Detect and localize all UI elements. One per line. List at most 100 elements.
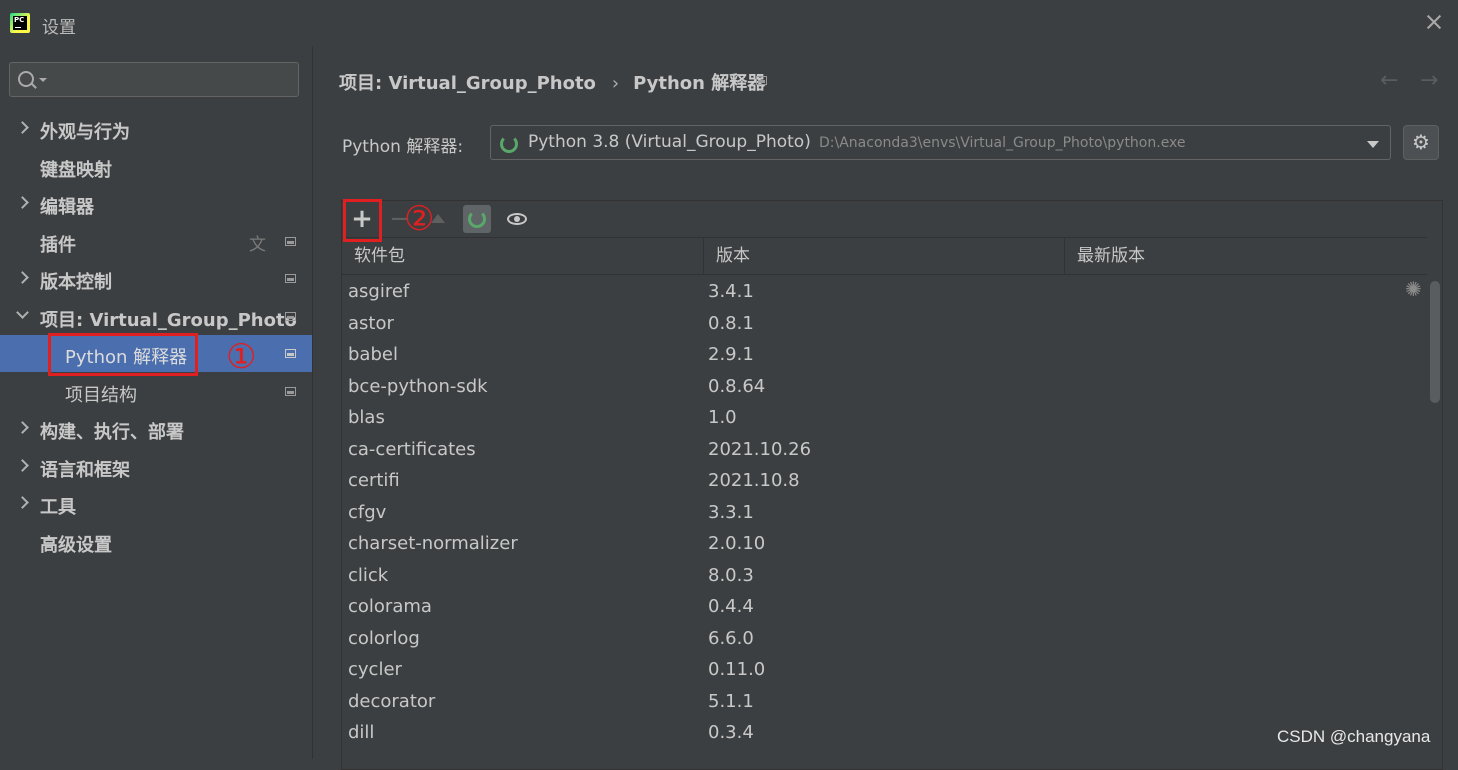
package-name: colorama [348, 596, 432, 617]
reload-packages-button[interactable] [463, 205, 491, 233]
table-row[interactable]: certifi 2021.10.8 [342, 464, 1427, 495]
packages-scrollbar[interactable] [1428, 275, 1442, 769]
settings-search[interactable] [9, 62, 299, 98]
sidebar-item-label: 高级设置 [40, 535, 112, 556]
packages-toolbar: + − [342, 201, 1442, 237]
dropdown-arrow-icon [1367, 141, 1379, 148]
sidebar-item-label: 插件 [40, 235, 76, 256]
interpreter-path: D:\Anaconda3\envs\Virtual_Group_Photo\py… [819, 135, 1186, 151]
table-row[interactable]: charset-normalizer 2.0.10 [342, 527, 1427, 558]
package-name: decorator [348, 690, 436, 712]
search-icon [18, 71, 34, 87]
table-row[interactable]: decorator 5.1.1 [342, 685, 1427, 716]
sidebar-item-version-control[interactable]: 版本控制 [0, 260, 312, 297]
packages-panel: + − 软件包 版本 最新版本 asgiref 3.4.1 astor 0.8.1 ba… [341, 200, 1443, 770]
table-row[interactable]: asgiref 3.4.1 [342, 275, 1427, 306]
package-version: 0.8.64 [708, 375, 766, 397]
sidebar-item-project[interactable]: 项目: Virtual_Group_Photo [0, 298, 312, 335]
column-header-version[interactable]: 版本 [704, 238, 1065, 274]
table-row[interactable]: click 8.0.3 [342, 559, 1427, 590]
table-row[interactable]: ca-certificates 2021.10.26 [342, 433, 1427, 464]
package-name: charset-normalizer [348, 533, 518, 554]
back-arrow-icon[interactable]: ← [1380, 68, 1398, 93]
chevron-right-icon [16, 196, 29, 209]
package-name: cycler [348, 659, 402, 680]
sidebar-item-label: 外观与行为 [40, 122, 130, 143]
search-input[interactable] [50, 63, 294, 98]
table-row[interactable]: astor 0.8.1 [342, 307, 1427, 338]
interpreter-select[interactable]: Python 3.8 (Virtual_Group_Photo) D:\Anac… [490, 125, 1391, 160]
sidebar-item-keymap[interactable]: 键盘映射 [0, 148, 312, 185]
package-version: 2021.10.8 [708, 470, 800, 491]
project-scope-icon [756, 76, 767, 85]
breadcrumb-separator: › [611, 73, 620, 94]
project-scope-icon [285, 312, 296, 321]
reload-icon [468, 210, 486, 228]
sidebar-item-appearance[interactable]: 外观与行为 [0, 110, 312, 147]
package-version: 2.9.1 [708, 344, 754, 365]
package-name: click [348, 564, 389, 586]
sidebar-item-label: 工具 [40, 497, 76, 518]
column-header-package[interactable]: 软件包 [342, 238, 704, 274]
package-version: 2021.10.26 [708, 438, 812, 460]
sidebar-item-tools[interactable]: 工具 [0, 485, 312, 522]
package-name: astor [348, 312, 394, 334]
table-row[interactable]: dill 0.3.4 [342, 716, 1427, 747]
sidebar-item-advanced[interactable]: 高级设置 [0, 523, 312, 560]
annotation-step-2: ② [404, 199, 435, 239]
sidebar-item-languages[interactable]: 语言和框架 [0, 448, 312, 485]
project-scope-icon [285, 274, 296, 283]
sidebar-item-project-structure[interactable]: 项目结构 [0, 373, 312, 410]
project-scope-icon [285, 387, 296, 396]
sidebar-item-editor[interactable]: 编辑器 [0, 185, 312, 222]
settings-sidebar: 外观与行为 键盘映射 编辑器 插件 文 版本控制 项目: Virtual_Gro… [0, 46, 312, 759]
table-row[interactable]: colorama 0.4.4 [342, 590, 1427, 621]
translate-icon: 文 [249, 235, 266, 255]
package-version: 3.4.1 [708, 281, 754, 302]
sidebar-item-label: 项目结构 [65, 385, 137, 406]
package-name: colorlog [348, 627, 420, 649]
interpreter-status-icon [500, 135, 518, 153]
packages-table-header: 软件包 版本 最新版本 [342, 237, 1427, 275]
package-version: 5.1.1 [708, 690, 754, 712]
sidebar-item-plugins[interactable]: 插件 文 [0, 223, 312, 260]
table-row[interactable]: colorlog 6.6.0 [342, 622, 1427, 653]
project-scope-icon [285, 349, 296, 358]
table-row[interactable]: blas 1.0 [342, 401, 1427, 432]
annotation-box-2 [343, 199, 382, 242]
forward-arrow-icon[interactable]: → [1420, 68, 1438, 93]
watermark: CSDN @changyana [1277, 727, 1431, 746]
project-scope-icon [285, 237, 296, 246]
pycharm-logo-icon: PC [10, 13, 30, 33]
breadcrumb: 项目: Virtual_Group_Photo › Python 解释器 [339, 69, 765, 95]
chevron-right-icon [16, 421, 29, 434]
breadcrumb-project[interactable]: 项目: Virtual_Group_Photo [339, 73, 596, 94]
chevron-right-icon [16, 121, 29, 134]
package-version: 0.4.4 [708, 596, 754, 617]
gear-icon: ⚙ [1412, 130, 1430, 154]
table-row[interactable]: babel 2.9.1 [342, 338, 1427, 369]
scrollbar-thumb[interactable] [1430, 281, 1440, 403]
sidebar-item-label: 构建、执行、部署 [40, 422, 184, 443]
package-version: 0.3.4 [708, 722, 754, 743]
package-name: blas [348, 407, 385, 428]
sidebar-item-build[interactable]: 构建、执行、部署 [0, 410, 312, 447]
interpreter-settings-button[interactable]: ⚙ [1403, 125, 1439, 160]
sidebar-item-label: 键盘映射 [40, 160, 112, 181]
column-header-latest-version[interactable]: 最新版本 [1065, 238, 1427, 274]
table-row[interactable]: bce-python-sdk 0.8.64 [342, 370, 1427, 401]
show-early-releases-button[interactable] [504, 205, 532, 233]
table-row[interactable]: cfgv 3.3.1 [342, 496, 1427, 527]
close-icon[interactable] [1423, 11, 1445, 33]
table-row[interactable]: cycler 0.11.0 [342, 653, 1427, 684]
chevron-right-icon [16, 459, 29, 472]
package-name: babel [348, 344, 398, 365]
package-name: dill [348, 722, 375, 743]
package-version: 1.0 [708, 407, 737, 428]
chevron-down-icon [39, 78, 47, 82]
annotation-step-1: ① [226, 337, 257, 377]
title-bar: PC 设置 [0, 0, 1458, 46]
sidebar-item-label: 语言和框架 [40, 460, 130, 481]
package-name: certifi [348, 470, 400, 491]
sidebar-item-label: 版本控制 [40, 272, 112, 293]
